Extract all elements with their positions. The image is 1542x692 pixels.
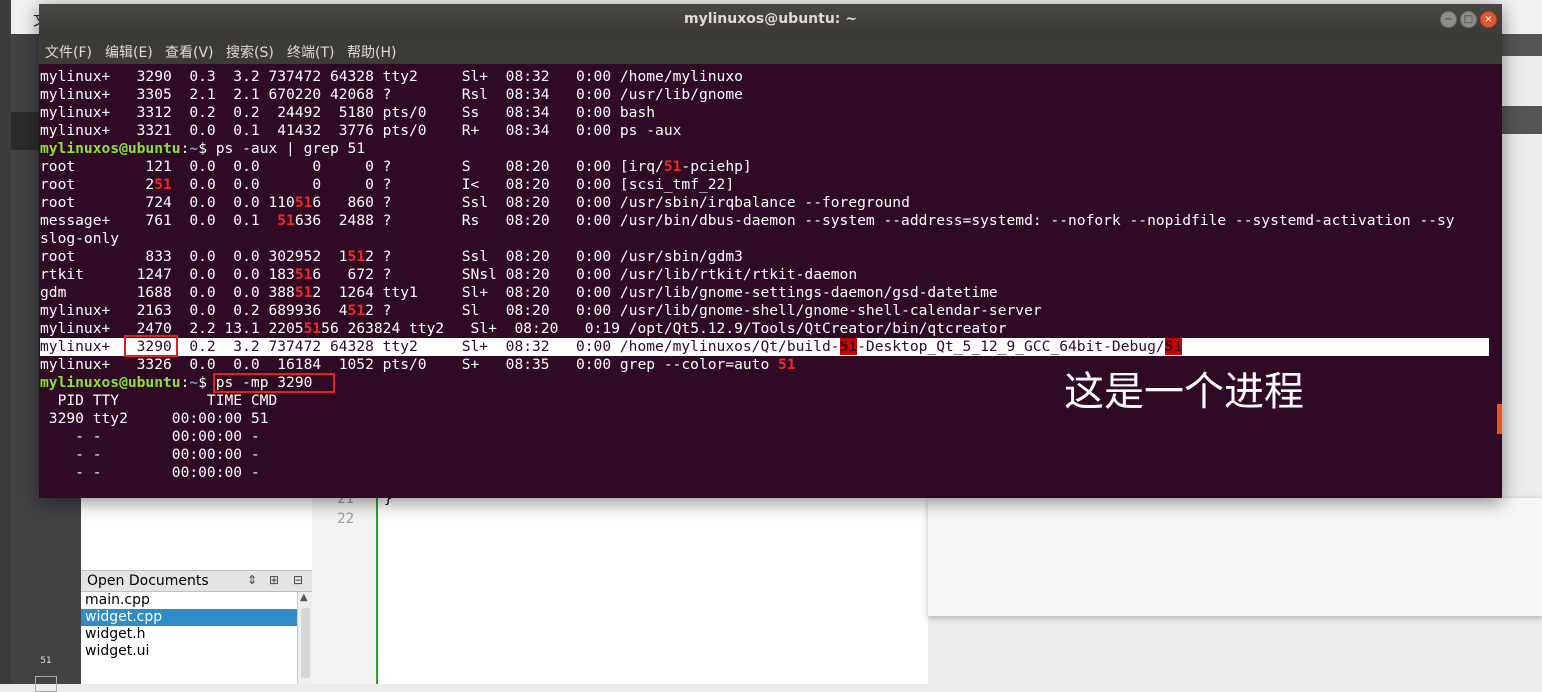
grep-match: 51	[277, 212, 295, 229]
output-line: mylinux+ 3290 0.3 3.2 737472 64328 tty2 …	[40, 68, 743, 85]
document-item[interactable]: widget.ui	[81, 643, 297, 660]
output-line: - - 00:00:00 -	[40, 464, 260, 481]
open-documents-list: main.cpp widget.cpp widget.h widget.ui	[81, 592, 297, 684]
prompt-path: ~	[189, 140, 199, 157]
document-item-selected[interactable]: widget.cpp	[81, 609, 297, 626]
output-line: mylinux+ 2163 0.0 0.2 689936 4512 ? Sl 0…	[40, 302, 1042, 319]
scroll-thumb[interactable]	[301, 608, 310, 678]
menu-file[interactable]: 文件(F)	[45, 42, 92, 62]
output-line: root 251 0.0 0.0 0 0 ? I< 08:20 0:00 [sc…	[40, 176, 735, 193]
open-documents-title[interactable]: Open Documents	[87, 573, 209, 589]
terminal-output[interactable]: mylinux+ 3290 0.3 3.2 737472 64328 tty2 …	[39, 64, 1502, 498]
menu-view[interactable]: 查看(V)	[165, 42, 214, 62]
grep-match: 51	[294, 194, 313, 211]
close-button[interactable]: ×	[1480, 11, 1497, 28]
annotation-text: 这是一个进程	[1064, 369, 1304, 415]
output-line: root 121 0.0 0.0 0 0 ? S 08:20 0:00 [irq…	[40, 158, 752, 175]
output-line: mylinux+ 3305 2.1 2.1 670220 42068 ? Rsl…	[40, 86, 743, 103]
editor-gutter: 21 22	[312, 491, 378, 684]
editor-toolbar-fragment	[1500, 34, 1542, 56]
grep-match: 51	[154, 176, 172, 193]
grep-match: 51	[663, 158, 682, 175]
pid-highlight-box	[124, 335, 178, 357]
output-line: mylinux+ 3321 0.0 0.1 41432 3776 pts/0 R…	[40, 122, 682, 139]
terminal-scroll-indicator	[1497, 404, 1502, 434]
close-pane-icon[interactable]: ⊟	[293, 573, 303, 587]
terminal-title: mylinuxos@ubuntu: ~	[683, 11, 857, 27]
output-line: - - 00:00:00 -	[40, 446, 260, 463]
grep-match: 51	[303, 320, 322, 337]
grep-match: 51	[294, 284, 313, 301]
output-line: gdm 1688 0.0 0.0 388512 1264 tty1 Sl+ 08…	[40, 284, 998, 301]
terminal-titlebar[interactable]: mylinuxos@ubuntu: ~ − □ ×	[39, 4, 1502, 36]
terminal-window: mylinuxos@ubuntu: ~ − □ × 文件(F) 编辑(E) 查看…	[39, 4, 1502, 498]
line-number: 22	[337, 511, 354, 527]
prompt-user: mylinuxos@ubuntu	[40, 140, 181, 157]
shell-prompt-line: mylinuxos@ubuntu:~$ ps -aux | grep 51	[40, 140, 1500, 158]
document-item[interactable]: widget.h	[81, 626, 297, 643]
selected-output-line: mylinux+ 3290 0.2 3.2 737472 64328 tty2 …	[40, 338, 1489, 356]
output-line: root 833 0.0 0.0 302952 1512 ? Ssl 08:20…	[40, 248, 743, 265]
minimize-button[interactable]: −	[1440, 11, 1457, 28]
menu-edit[interactable]: 编辑(E)	[105, 42, 153, 62]
right-side-panel	[928, 498, 1542, 616]
prompt-path: ~	[189, 374, 199, 391]
split-icon[interactable]: ⊞	[269, 573, 279, 587]
output-line: message+ 761 0.0 0.1 51636 2488 ? Rs 08:…	[40, 212, 1455, 229]
launcher-bar	[0, 0, 11, 684]
output-line: - - 00:00:00 -	[40, 428, 260, 445]
output-line: rtkit 1247 0.0 0.0 183516 672 ? SNsl 08:…	[40, 266, 858, 283]
output-line: root 724 0.0 0.0 110516 860 ? Ssl 08:20 …	[40, 194, 910, 211]
grep-match: 51	[294, 266, 313, 283]
sort-icon[interactable]: ⇕	[247, 573, 257, 587]
prompt-user: mylinuxos@ubuntu	[40, 374, 181, 391]
code-editor[interactable]: }	[378, 491, 928, 684]
project-selector-label[interactable]: 51	[11, 656, 81, 666]
grep-match: 51	[778, 356, 796, 373]
menu-search[interactable]: 搜索(S)	[226, 42, 274, 62]
command-highlight-box	[213, 373, 335, 393]
grep-match: 51	[1164, 338, 1183, 355]
prompt-command: $ ps -aux | grep 51	[198, 140, 366, 157]
maximize-button[interactable]: □	[1460, 11, 1477, 28]
documents-scrollbar[interactable]: ▲	[297, 592, 313, 684]
output-line: mylinux+ 2470 2.2 13.1 22055156 263824 t…	[40, 320, 1007, 337]
grep-match: 51	[839, 338, 858, 355]
output-line: slog-only	[40, 230, 120, 247]
grep-match: 51	[347, 248, 366, 265]
menu-help[interactable]: 帮助(H)	[347, 42, 396, 62]
output-line: mylinux+ 3312 0.2 0.2 24492 5180 pts/0 S…	[40, 104, 656, 121]
scroll-up-arrow-icon[interactable]: ▲	[300, 592, 308, 603]
grep-match: 51	[347, 302, 366, 319]
document-item[interactable]: main.cpp	[81, 592, 297, 609]
monitor-icon[interactable]	[35, 676, 57, 692]
open-documents-header: Open Documents ⇕ ⊞ ⊟	[81, 570, 312, 592]
menu-terminal[interactable]: 终端(T)	[287, 42, 334, 62]
terminal-menubar: 文件(F) 编辑(E) 查看(V) 搜索(S) 终端(T) 帮助(H)	[39, 36, 1502, 64]
